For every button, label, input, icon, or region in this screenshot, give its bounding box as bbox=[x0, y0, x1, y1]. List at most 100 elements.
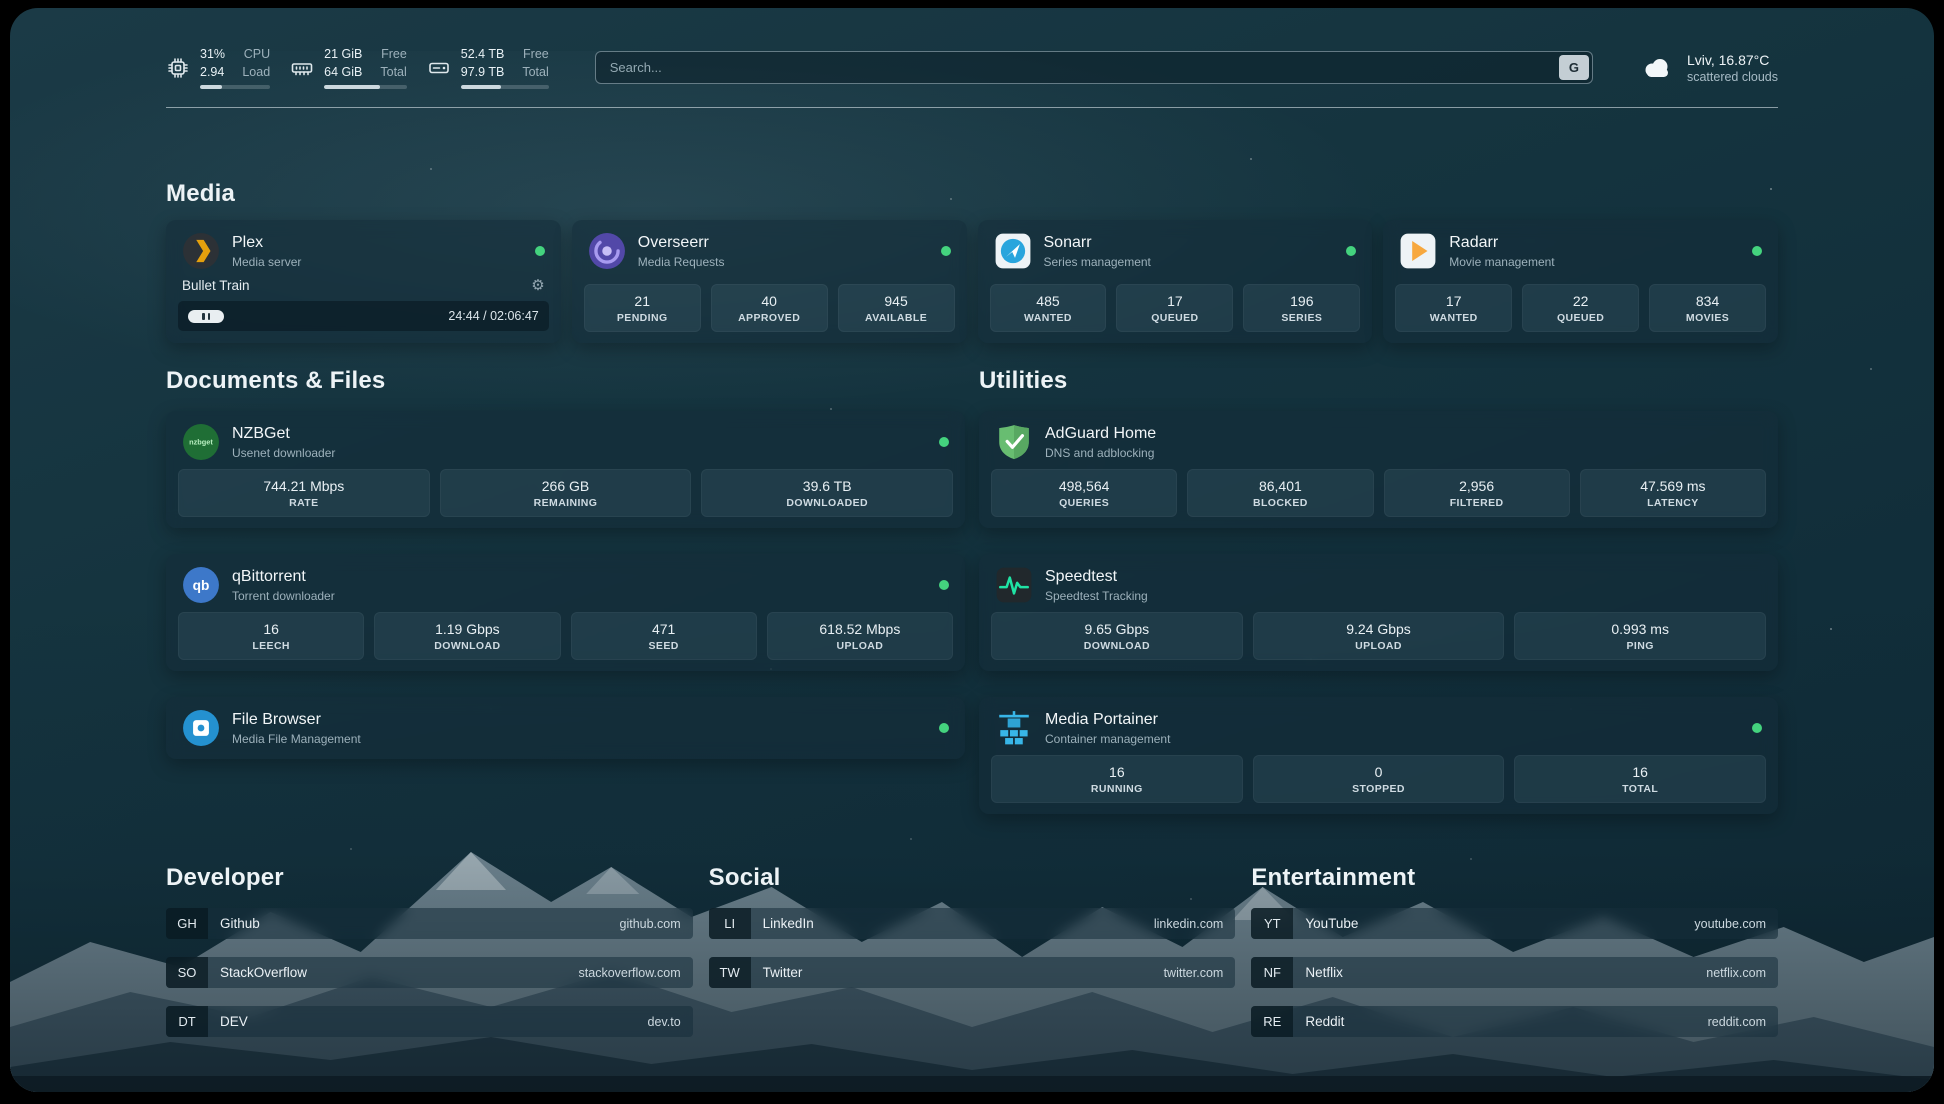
memory-total: 64 GiB bbox=[324, 64, 362, 82]
app-card-overseerr[interactable]: Overseerr Media Requests 21PENDING 40APP… bbox=[572, 220, 967, 343]
bookmark-abbr: YT bbox=[1251, 908, 1293, 939]
bookmark-url: youtube.com bbox=[1694, 917, 1766, 931]
cpu-load: 2.94 bbox=[200, 64, 224, 82]
app-card-radarr[interactable]: Radarr Movie management 17WANTED 22QUEUE… bbox=[1383, 220, 1778, 343]
bookmark-abbr: RE bbox=[1251, 1006, 1293, 1037]
disk-icon bbox=[427, 56, 451, 80]
app-card-adguard[interactable]: AdGuard Home DNS and adblocking 498,564Q… bbox=[979, 411, 1778, 528]
topbar-divider bbox=[166, 107, 1778, 108]
bookmark-abbr: DT bbox=[166, 1006, 208, 1037]
app-name: AdGuard Home bbox=[1045, 424, 1156, 443]
stat-queued: 17QUEUED bbox=[1116, 284, 1233, 332]
bookmark-url: dev.to bbox=[648, 1015, 681, 1029]
bookmark-reddit[interactable]: RE Reddit reddit.com bbox=[1251, 1006, 1778, 1037]
app-card-qbittorrent[interactable]: qb qBittorrent Torrent downloader 16LEEC… bbox=[166, 554, 965, 671]
bookmark-name: Netflix bbox=[1305, 965, 1343, 980]
bookmark-youtube[interactable]: YT YouTube youtube.com bbox=[1251, 908, 1778, 939]
bookmark-stackoverflow[interactable]: SO StackOverflow stackoverflow.com bbox=[166, 957, 693, 988]
stat-filtered: 2,956FILTERED bbox=[1384, 469, 1570, 517]
system-widgets: 31%CPU 2.94Load 21 GiBFree 64 Gi bbox=[166, 46, 549, 89]
memory-label-1: Free bbox=[381, 46, 407, 64]
status-dot bbox=[939, 437, 949, 447]
app-name: Media Portainer bbox=[1045, 710, 1170, 729]
bookmark-github[interactable]: GH Github github.com bbox=[166, 908, 693, 939]
app-card-speedtest[interactable]: Speedtest Speedtest Tracking 9.65 GbpsDO… bbox=[979, 554, 1778, 671]
bookmark-twitter[interactable]: TW Twitter twitter.com bbox=[709, 957, 1236, 988]
app-card-filebrowser[interactable]: File Browser Media File Management bbox=[166, 697, 965, 759]
app-name: Speedtest bbox=[1045, 567, 1148, 586]
status-dot bbox=[1752, 723, 1762, 733]
now-playing-title: Bullet Train bbox=[182, 278, 250, 293]
stat-available: 945AVAILABLE bbox=[838, 284, 955, 332]
disk-label-1: Free bbox=[523, 46, 549, 64]
disk-total: 97.9 TB bbox=[461, 64, 505, 82]
stat-upload: 9.24 GbpsUPLOAD bbox=[1253, 612, 1505, 660]
dashboard-background: 31%CPU 2.94Load 21 GiBFree 64 Gi bbox=[10, 8, 1934, 1092]
stat-latency: 47.569 msLATENCY bbox=[1580, 469, 1766, 517]
stat-running: 16RUNNING bbox=[991, 755, 1243, 803]
bookmark-name: LinkedIn bbox=[763, 916, 814, 931]
stat-stopped: 0STOPPED bbox=[1253, 755, 1505, 803]
stat-upload: 618.52 MbpsUPLOAD bbox=[767, 612, 953, 660]
bookmark-url: twitter.com bbox=[1164, 966, 1224, 980]
app-subtitle: Usenet downloader bbox=[232, 446, 335, 460]
bookmark-name: StackOverflow bbox=[220, 965, 307, 980]
app-name: NZBGet bbox=[232, 424, 335, 443]
bookmark-name: YouTube bbox=[1305, 916, 1358, 931]
stat-ping: 0.993 msPING bbox=[1514, 612, 1766, 660]
search-input[interactable] bbox=[595, 51, 1593, 84]
radarr-icon bbox=[1399, 232, 1437, 270]
app-subtitle: Container management bbox=[1045, 732, 1170, 746]
app-card-sonarr[interactable]: Sonarr Series management 485WANTED 17QUE… bbox=[978, 220, 1373, 343]
top-bar: 31%CPU 2.94Load 21 GiBFree 64 Gi bbox=[166, 8, 1778, 89]
bookmark-name: Github bbox=[220, 916, 260, 931]
search-engine-button[interactable]: G bbox=[1559, 55, 1589, 80]
memory-progress-bar bbox=[324, 85, 407, 89]
app-name: Overseerr bbox=[638, 233, 725, 252]
qbittorrent-icon: qb bbox=[182, 566, 220, 604]
status-dot bbox=[939, 580, 949, 590]
bookmark-url: netflix.com bbox=[1706, 966, 1766, 980]
weather-location: Lviv, 16.87°C bbox=[1687, 51, 1778, 70]
weather-widget: Lviv, 16.87°C scattered clouds bbox=[1639, 51, 1778, 84]
portainer-icon bbox=[995, 709, 1033, 747]
section-documents: Documents & Files nzbget NZBGet Usenet d… bbox=[166, 367, 965, 814]
bookmark-linkedin[interactable]: LI LinkedIn linkedin.com bbox=[709, 908, 1236, 939]
app-card-nzbget[interactable]: nzbget NZBGet Usenet downloader 744.21 M… bbox=[166, 411, 965, 528]
section-entertainment: Entertainment YT YouTube youtube.com NF … bbox=[1251, 864, 1778, 1037]
status-dot bbox=[939, 723, 949, 733]
adguard-icon bbox=[995, 423, 1033, 461]
search-bar: G bbox=[595, 51, 1593, 84]
memory-icon bbox=[290, 56, 314, 80]
plex-icon bbox=[182, 232, 220, 270]
svg-text:nzbget: nzbget bbox=[189, 438, 213, 447]
stat-rate: 744.21 MbpsRATE bbox=[178, 469, 430, 517]
settings-icon[interactable]: ⚙ bbox=[531, 278, 544, 293]
status-dot bbox=[941, 246, 951, 256]
stat-wanted: 485WANTED bbox=[990, 284, 1107, 332]
app-card-plex[interactable]: Plex Media server Bullet Train ⚙ 24:44 /… bbox=[166, 220, 561, 343]
bookmark-abbr: TW bbox=[709, 957, 751, 988]
app-name: Sonarr bbox=[1044, 233, 1151, 252]
bookmark-url: reddit.com bbox=[1708, 1015, 1766, 1029]
status-dot bbox=[535, 246, 545, 256]
stat-seed: 471SEED bbox=[571, 612, 757, 660]
stat-blocked: 86,401BLOCKED bbox=[1187, 469, 1373, 517]
status-dot bbox=[1752, 246, 1762, 256]
app-name: Plex bbox=[232, 233, 301, 252]
cpu-progress-bar bbox=[200, 85, 270, 89]
sonarr-icon bbox=[994, 232, 1032, 270]
app-card-portainer[interactable]: Media Portainer Container management 16R… bbox=[979, 697, 1778, 814]
svg-text:qb: qb bbox=[193, 578, 210, 593]
bookmark-abbr: SO bbox=[166, 957, 208, 988]
snow-specks bbox=[10, 8, 12, 10]
bookmark-dev[interactable]: DT DEV dev.to bbox=[166, 1006, 693, 1037]
pause-button[interactable] bbox=[188, 310, 224, 323]
section-title-documents: Documents & Files bbox=[166, 367, 965, 395]
app-subtitle: Movie management bbox=[1449, 255, 1554, 269]
bookmark-netflix[interactable]: NF Netflix netflix.com bbox=[1251, 957, 1778, 988]
app-subtitle: DNS and adblocking bbox=[1045, 446, 1156, 460]
memory-label-2: Total bbox=[380, 64, 406, 82]
app-subtitle: Speedtest Tracking bbox=[1045, 589, 1148, 603]
bookmark-url: stackoverflow.com bbox=[579, 966, 681, 980]
